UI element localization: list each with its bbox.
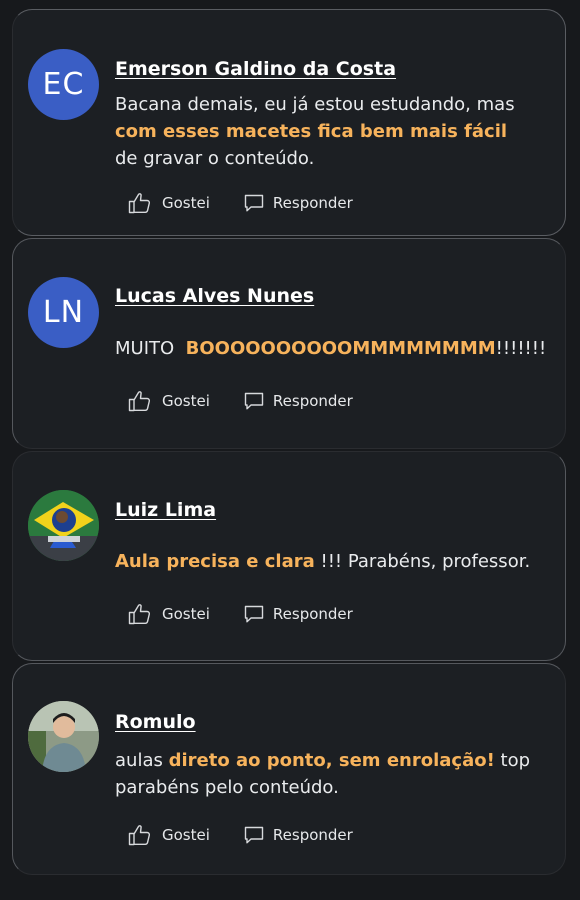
comment-text-start: MUITO [115,338,186,359]
like-button[interactable]: Gostei [128,192,210,214]
reply-label: Responder [272,194,353,212]
avatar-photo [28,701,99,772]
reply-label: Responder [272,605,353,623]
comment-text-highlight: Aula precisa e clara [115,551,315,572]
reply-button[interactable]: Responder [244,194,353,213]
comment-card: Romulo aulas direto ao ponto, sem enrola… [12,663,566,875]
comment-author[interactable]: Romulo [115,711,196,733]
comment-actions: Gostei Responder [128,390,353,412]
comment-author[interactable]: Lucas Alves Nunes [115,285,314,307]
avatar [28,490,99,561]
avatar-photo [28,490,99,561]
thumbs-up-icon [128,390,162,412]
comment-text-end: !!! Parabéns, professor. [314,551,531,572]
reply-button[interactable]: Responder [244,826,353,845]
comment-card: LN Lucas Alves Nunes MUITO BOOOOOOOOOOMM… [12,238,566,449]
speech-bubble-icon [244,826,273,845]
comment-card: Luiz Lima Aula precisa e clara !!! Parab… [12,451,566,661]
like-label: Gostei [162,194,210,212]
speech-bubble-icon [244,605,273,624]
like-label: Gostei [162,826,210,844]
thumbs-up-icon [128,603,162,625]
comment-text-highlight: com esses macetes fica bem mais fácil [115,121,508,142]
speech-bubble-icon [244,194,273,213]
comment-text: Bacana demais, eu já estou estudando, ma… [115,91,535,172]
comment-card: EC Emerson Galdino da Costa Bacana demai… [12,9,566,236]
reply-button[interactable]: Responder [244,392,353,411]
comment-text-end: !!!!!!! [495,338,547,359]
comment-text: MUITO BOOOOOOOOOOMMMMMMMM!!!!!!! [115,335,555,362]
comment-author[interactable]: Emerson Galdino da Costa [115,58,396,80]
avatar: EC [28,49,99,120]
comment-actions: Gostei Responder [128,603,353,625]
like-button[interactable]: Gostei [128,603,210,625]
reply-label: Responder [272,826,353,844]
comment-text-highlight: direto ao ponto, sem enrolação! [168,750,495,771]
comment-text-end: de gravar o conteúdo. [115,148,315,169]
comment-text-start: Bacana demais, eu já estou estudando, ma… [115,94,515,115]
like-button[interactable]: Gostei [128,390,210,412]
reply-label: Responder [272,392,353,410]
avatar [28,701,99,772]
like-label: Gostei [162,605,210,623]
comment-text-highlight: BOOOOOOOOOOMMMMMMMM [185,338,496,359]
comment-actions: Gostei Responder [128,192,353,214]
reply-button[interactable]: Responder [244,605,353,624]
comment-text: Aula precisa e clara !!! Parabéns, profe… [115,548,535,575]
like-label: Gostei [162,392,210,410]
comment-author[interactable]: Luiz Lima [115,499,216,521]
speech-bubble-icon [244,392,273,411]
thumbs-up-icon [128,824,162,846]
thumbs-up-icon [128,192,162,214]
comment-actions: Gostei Responder [128,824,353,846]
avatar-initials: LN [42,295,85,330]
like-button[interactable]: Gostei [128,824,210,846]
comment-text-start: aulas [115,750,169,771]
avatar: LN [28,277,99,348]
comment-text: aulas direto ao ponto, sem enrolação! to… [115,747,535,801]
avatar-initials: EC [42,67,85,102]
